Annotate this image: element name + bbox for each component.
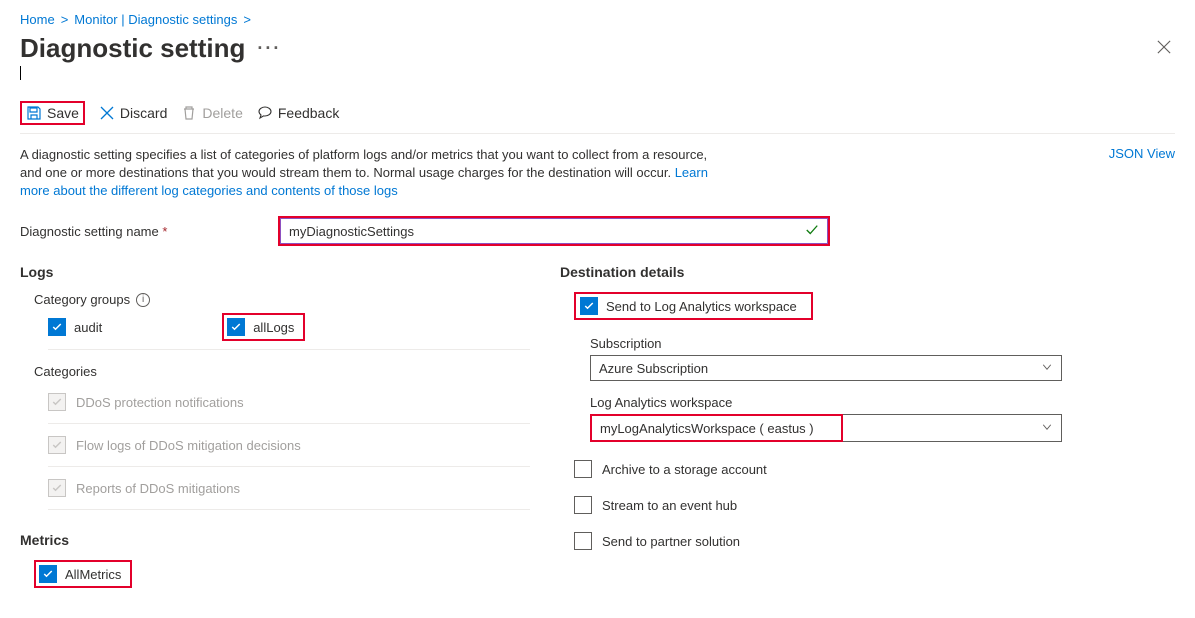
diagnostic-name-input[interactable]: myDiagnosticSettings — [280, 218, 828, 244]
alllogs-label: allLogs — [253, 320, 294, 335]
reports-label: Reports of DDoS mitigations — [76, 481, 240, 496]
destination-heading: Destination details — [560, 264, 1080, 280]
feedback-button[interactable]: Feedback — [257, 105, 339, 121]
discard-icon — [99, 105, 115, 121]
law-label: Log Analytics workspace — [590, 395, 1080, 410]
send-law-checkbox[interactable] — [580, 297, 598, 315]
reports-checkbox — [48, 479, 66, 497]
description-text: A diagnostic setting specifies a list of… — [20, 146, 720, 200]
save-button[interactable]: Save — [26, 105, 79, 121]
check-icon — [805, 223, 819, 240]
audit-checkbox[interactable] — [48, 318, 66, 336]
partner-label: Send to partner solution — [602, 534, 740, 549]
categories-heading: Categories — [34, 364, 530, 379]
chevron-right-icon: > — [243, 12, 251, 27]
breadcrumb-home[interactable]: Home — [20, 12, 55, 27]
stream-checkbox[interactable] — [574, 496, 592, 514]
ddos-notifications-checkbox — [48, 393, 66, 411]
law-select[interactable]: myLogAnalyticsWorkspace ( eastus ) — [592, 416, 841, 440]
json-view-link[interactable]: JSON View — [1109, 146, 1175, 161]
stream-label: Stream to an event hub — [602, 498, 737, 513]
allmetrics-label: AllMetrics — [65, 567, 121, 582]
allmetrics-checkbox[interactable] — [39, 565, 57, 583]
breadcrumb-monitor[interactable]: Monitor | Diagnostic settings — [74, 12, 237, 27]
text-cursor — [20, 66, 21, 80]
archive-label: Archive to a storage account — [602, 462, 767, 477]
metrics-heading: Metrics — [20, 532, 530, 548]
save-icon — [26, 105, 42, 121]
audit-label: audit — [74, 320, 102, 335]
chevron-down-icon — [1041, 421, 1053, 436]
logs-heading: Logs — [20, 264, 530, 280]
alllogs-checkbox[interactable] — [227, 318, 245, 336]
breadcrumb: Home > Monitor | Diagnostic settings > — [20, 12, 1175, 27]
name-label: Diagnostic setting name * — [20, 224, 278, 239]
feedback-icon — [257, 105, 273, 121]
discard-button[interactable]: Discard — [99, 105, 167, 121]
chevron-down-icon — [1041, 361, 1053, 376]
delete-button: Delete — [181, 105, 242, 121]
close-icon[interactable] — [1153, 34, 1175, 63]
flow-logs-label: Flow logs of DDoS mitigation decisions — [76, 438, 301, 453]
more-icon[interactable]: ··· — [257, 38, 281, 59]
info-icon[interactable]: i — [136, 293, 150, 307]
partner-checkbox[interactable] — [574, 532, 592, 550]
archive-checkbox[interactable] — [574, 460, 592, 478]
chevron-right-icon: > — [61, 12, 69, 27]
category-groups-label: Category groups i — [34, 292, 530, 307]
delete-icon — [181, 105, 197, 121]
page-title: Diagnostic setting ··· — [20, 33, 281, 64]
flow-logs-checkbox — [48, 436, 66, 454]
send-law-label: Send to Log Analytics workspace — [606, 299, 797, 314]
toolbar: Save Discard Delete Feedback — [20, 101, 1175, 134]
subscription-select[interactable]: Azure Subscription — [590, 355, 1062, 381]
subscription-label: Subscription — [590, 336, 1080, 351]
ddos-notifications-label: DDoS protection notifications — [76, 395, 244, 410]
